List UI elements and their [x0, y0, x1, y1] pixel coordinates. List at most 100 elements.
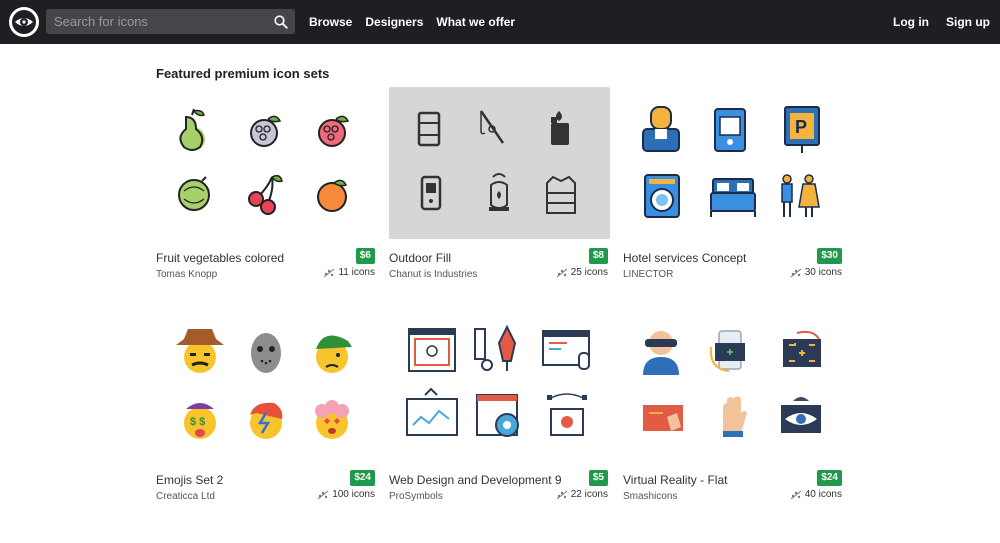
icon-set-title[interactable]: Outdoor Fill	[389, 251, 451, 265]
icon-set-thumbnail[interactable]: P	[623, 87, 844, 239]
icon-set-preview	[178, 108, 350, 215]
rockstar-emoji-icon	[250, 402, 283, 439]
icon-set-preview	[643, 330, 821, 437]
video-vector-icon	[547, 393, 587, 436]
icon-set-thumbnail[interactable]	[156, 87, 377, 239]
mulberry-icon	[250, 115, 282, 147]
icon-set-title[interactable]: Emojis Set 2	[156, 473, 223, 487]
design-tools-icon	[474, 324, 517, 371]
search-input[interactable]	[46, 9, 267, 34]
svg-text:$ $: $ $	[190, 416, 205, 428]
price-badge: $8	[588, 248, 608, 264]
money-emoji-icon: $ $	[184, 403, 216, 439]
icon-set-preview	[406, 324, 590, 437]
vr-touch-icon	[643, 405, 683, 431]
icon-set-card[interactable]: $ $ Emojis Set 2 Creaticca Ltd $24 100 i…	[156, 309, 377, 509]
icon-set-thumbnail[interactable]	[389, 87, 610, 239]
icons-grid-icon	[790, 490, 802, 499]
icons-grid-icon	[324, 268, 335, 277]
rotate-screen-icon	[783, 330, 821, 367]
radio-icon	[420, 175, 442, 211]
price-badge: $24	[817, 470, 842, 486]
touch-screen-icon	[408, 328, 456, 372]
backpack-icon	[417, 111, 441, 147]
icon-count-label: 11 icons	[338, 267, 375, 278]
auth-links: Log in Sign up	[876, 15, 990, 29]
key-card-icon	[714, 108, 746, 152]
vr-headset-user-icon	[643, 331, 679, 375]
icon-count: 100 icons	[317, 489, 375, 500]
icons-grid-icon	[556, 490, 568, 499]
icon-count: 30 icons	[790, 267, 842, 278]
section-heading: Featured premium icon sets	[156, 66, 330, 81]
icon-set-author[interactable]: Chanut is Industries	[389, 269, 477, 280]
gooseberry-icon	[178, 176, 210, 211]
icon-set-card[interactable]: Outdoor Fill Chanut is Industries $8 25 …	[389, 87, 610, 287]
capped-emoji-icon	[316, 335, 352, 373]
icon-set-card[interactable]: Web Design and Development 9 ProSymbols …	[389, 309, 610, 509]
icon-set-author[interactable]: Smashicons	[623, 491, 677, 502]
login-link[interactable]: Log in	[893, 15, 929, 29]
icon-count: 11 icons	[323, 267, 375, 278]
washing-machine-icon	[644, 174, 680, 218]
icon-set-card[interactable]: P Hotel services Concept LINECTOR $30 30…	[623, 87, 844, 287]
icon-set-author[interactable]: LINECTOR	[623, 269, 673, 280]
fishing-rod-icon	[479, 110, 505, 144]
nav-designers-link[interactable]: Designers	[365, 15, 423, 29]
love-emoji-icon	[315, 400, 349, 439]
icons-grid-icon	[317, 490, 329, 499]
search-icon[interactable]	[267, 9, 295, 34]
cherries-icon	[248, 174, 283, 215]
nav-what-we-offer-link[interactable]: What we offer	[436, 15, 515, 29]
price-badge: $5	[588, 470, 608, 486]
cowboy-emoji-icon	[176, 329, 224, 373]
icon-set-author[interactable]: Creaticca Ltd	[156, 491, 215, 502]
orange-icon	[317, 179, 348, 212]
icon-set-author[interactable]: Tomas Knopp	[156, 269, 217, 280]
icon-set-preview	[417, 110, 576, 214]
dashboard-board-icon	[406, 387, 458, 436]
price-badge: $24	[350, 470, 375, 486]
icon-count: 40 icons	[790, 489, 842, 500]
icons-grid-icon	[556, 268, 568, 277]
receptionist-icon	[642, 106, 680, 152]
icon-set-thumbnail[interactable]: $ $	[156, 309, 377, 461]
icons-grid-icon	[790, 268, 802, 277]
signup-link[interactable]: Sign up	[946, 15, 990, 29]
price-badge: $6	[355, 248, 375, 264]
price-badge: $30	[817, 248, 842, 264]
icon-count: 25 icons	[556, 267, 608, 278]
icon-set-author[interactable]: ProSymbols	[389, 491, 443, 502]
icon-count-label: 30 icons	[804, 267, 842, 278]
icon-set-preview: $ $	[176, 329, 352, 439]
icon-count-label: 25 icons	[570, 267, 608, 278]
icon-set-title[interactable]: Fruit vegetables colored	[156, 251, 284, 265]
settings-layout-icon	[476, 394, 519, 437]
icon-set-preview: P	[642, 106, 820, 218]
parking-sign-icon: P	[784, 106, 820, 153]
vr-glove-icon	[723, 396, 747, 437]
icon-set-card[interactable]: Virtual Reality - Flat Smashicons $24 40…	[623, 309, 844, 509]
pear-icon	[179, 108, 205, 151]
icon-set-title[interactable]: Virtual Reality - Flat	[623, 473, 727, 487]
nav-browse-link[interactable]: Browse	[309, 15, 352, 29]
icon-set-title[interactable]: Hotel services Concept	[623, 251, 746, 265]
icon-count-label: 40 icons	[804, 489, 842, 500]
code-window-icon	[542, 330, 590, 370]
restroom-icon	[781, 174, 820, 217]
icon-count-label: 100 icons	[332, 489, 375, 500]
bed-icon	[710, 178, 756, 217]
hockey-mask-emoji-icon	[251, 333, 281, 373]
icon-set-thumbnail[interactable]	[389, 309, 610, 461]
svg-text:P: P	[795, 117, 807, 137]
lantern-icon	[489, 173, 509, 211]
icon-count-label: 22 icons	[570, 489, 608, 500]
icon-set-title[interactable]: Web Design and Development 9	[389, 473, 562, 487]
logo-eye-icon[interactable]	[8, 6, 40, 38]
icon-set-thumbnail[interactable]	[623, 309, 844, 461]
icon-set-card[interactable]: Fruit vegetables colored Tomas Knopp $6 …	[156, 87, 377, 287]
top-navigation-bar: Browse Designers What we offer Log in Si…	[0, 0, 1000, 44]
lighter-icon	[551, 111, 569, 145]
vest-icon	[546, 175, 576, 214]
icon-count: 22 icons	[556, 489, 608, 500]
